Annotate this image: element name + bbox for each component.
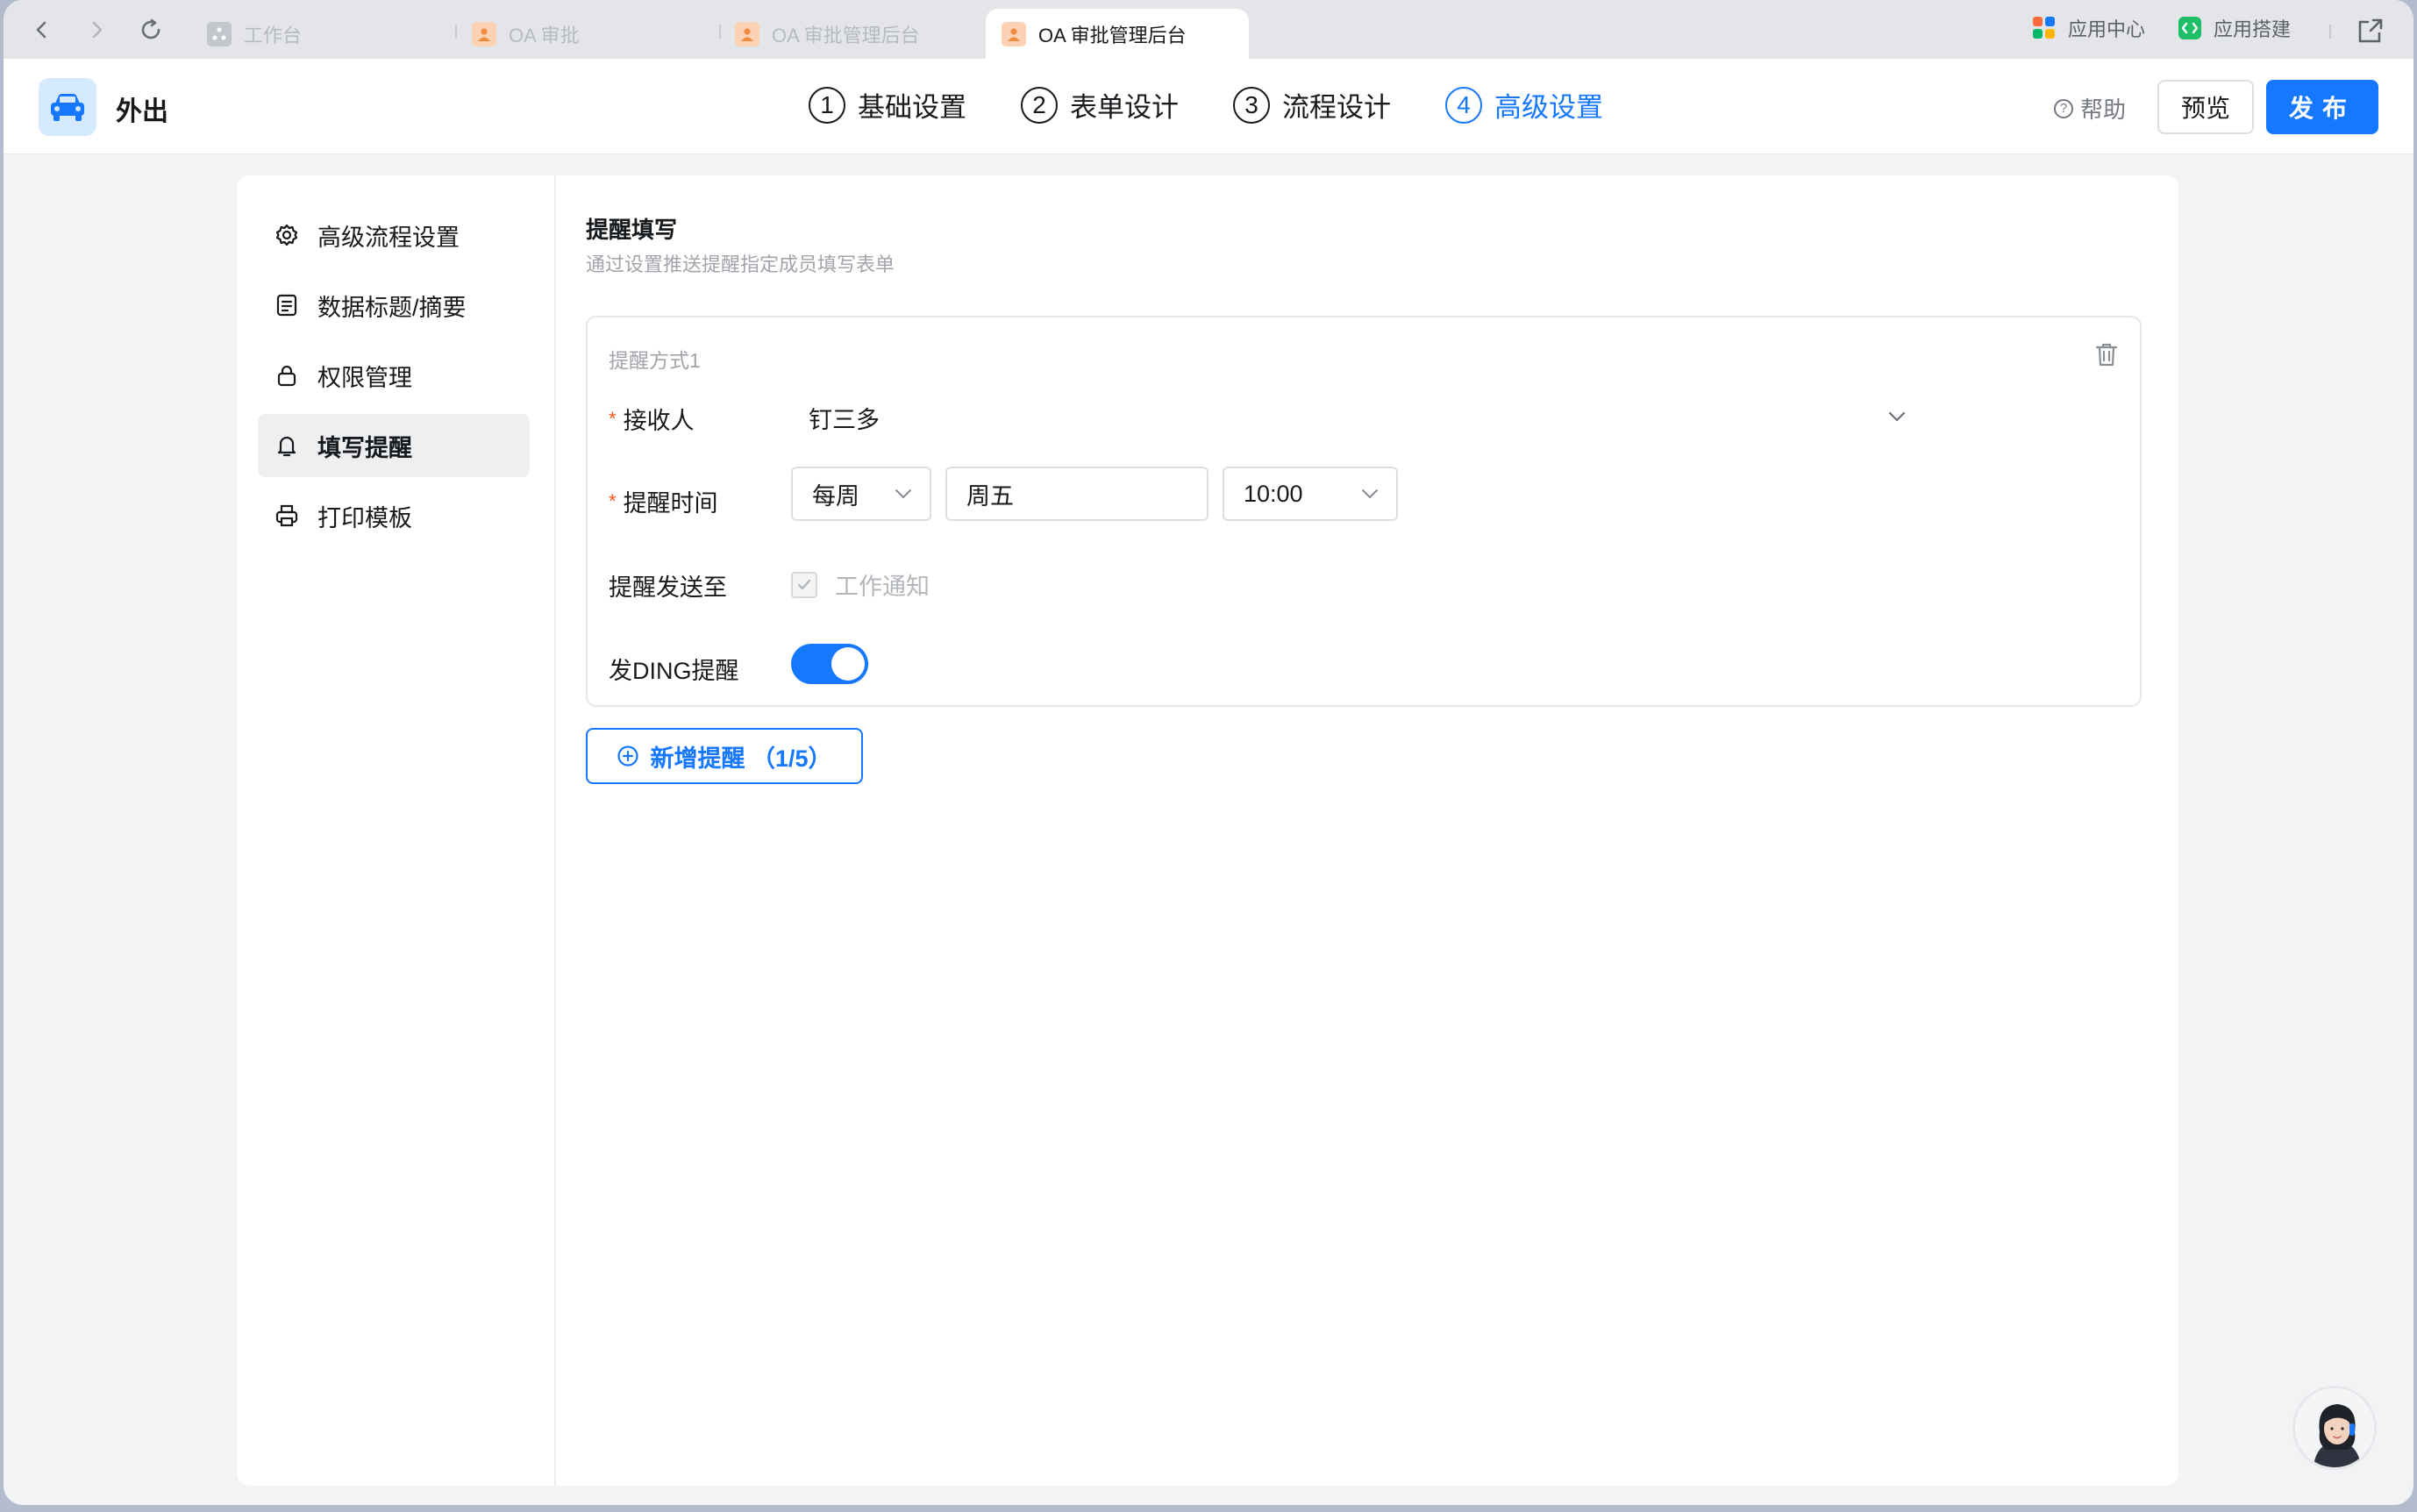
- step-flow-design[interactable]: 3 流程设计: [1233, 85, 1391, 125]
- step-basic-settings[interactable]: 1 基础设置: [809, 85, 966, 125]
- chevron-down-icon: [1886, 405, 1908, 428]
- send-to-label: 提醒发送至: [609, 574, 727, 601]
- step-number: 1: [809, 86, 845, 124]
- rule-title: 提醒方式1: [609, 349, 701, 372]
- sidebar-item-label: 数据标题/摘要: [317, 294, 467, 321]
- tab-oa-admin[interactable]: OA 审批管理后台: [735, 9, 920, 59]
- tab-label: 工作台: [244, 24, 303, 46]
- preview-button[interactable]: 预览: [2157, 80, 2254, 134]
- refresh-icon[interactable]: [137, 16, 165, 44]
- help-link[interactable]: ? 帮助: [2054, 92, 2126, 125]
- assistant-avatar[interactable]: [2292, 1386, 2377, 1470]
- app-builder-label: 应用搭建: [2214, 18, 2292, 40]
- app-builder-link[interactable]: 应用搭建: [2177, 14, 2291, 42]
- car-icon: [39, 78, 96, 136]
- time-label: * 提醒时间: [609, 484, 718, 518]
- tab-label: OA 审批管理后台: [1038, 24, 1187, 46]
- step-number: 2: [1021, 86, 1058, 124]
- chevron-down-icon: [1359, 483, 1380, 504]
- sidebar-item-label: 打印模板: [317, 504, 412, 531]
- sidebar-item-label: 填写提醒: [317, 434, 412, 461]
- app-title: 外出: [116, 97, 168, 126]
- tab-divider: [455, 25, 457, 39]
- section-title: 提醒填写: [586, 217, 678, 243]
- required-asterisk: *: [609, 489, 617, 512]
- tab-label: OA 审批: [509, 24, 580, 46]
- help-label: 帮助: [2080, 96, 2127, 123]
- recipient-value: 钉三多: [809, 406, 880, 433]
- browser-tab-bar: 工作台 OA 审批 OA 审批管理后台 OA 审批管理后台 应用中心 应用搭建: [4, 0, 2413, 59]
- gear-icon: [274, 222, 300, 248]
- sidebar-item-permissions[interactable]: 权限管理: [258, 344, 530, 407]
- time-label-text: 提醒时间: [623, 490, 718, 517]
- ding-label: 发DING提醒: [609, 658, 739, 684]
- question-icon: ?: [2054, 98, 2073, 118]
- sidebar-item-label: 权限管理: [317, 364, 412, 391]
- oa-app-icon: [472, 21, 496, 46]
- sidebar-item-print-template[interactable]: 打印模板: [258, 484, 530, 547]
- sidebar-item-fill-reminder[interactable]: 填写提醒: [258, 414, 530, 477]
- add-reminder-button[interactable]: 新增提醒 （1/5）: [586, 728, 863, 784]
- tab-oa-admin-active[interactable]: OA 审批管理后台: [986, 9, 1249, 59]
- checkbox-label: 工作通知: [835, 574, 930, 600]
- ding-toggle[interactable]: [791, 644, 868, 684]
- publish-button[interactable]: 发布: [2266, 80, 2378, 134]
- step-number: 4: [1445, 86, 1482, 124]
- recipient-select[interactable]: 钉三多: [809, 393, 1908, 442]
- day-value: 周五: [966, 482, 1014, 510]
- sidebar-item-label: 高级流程设置: [317, 224, 460, 251]
- step-label: 流程设计: [1282, 92, 1391, 123]
- work-notification-checkbox[interactable]: 工作通知: [791, 567, 930, 602]
- oa-app-icon: [735, 21, 759, 46]
- step-label: 表单设计: [1070, 92, 1179, 123]
- frequency-value: 每周: [812, 482, 859, 510]
- toggle-knob: [831, 647, 865, 681]
- back-icon[interactable]: [28, 16, 56, 44]
- settings-sidebar: 高级流程设置 数据标题/摘要 权限管理 填写提醒 打印模板: [237, 175, 556, 1486]
- tab-label: OA 审批管理后台: [772, 24, 920, 46]
- step-label: 基础设置: [858, 92, 966, 123]
- sidebar-item-data-title[interactable]: 数据标题/摘要: [258, 274, 530, 337]
- settings-card: 高级流程设置 数据标题/摘要 权限管理 填写提醒 打印模板 提醒填写 通过设置推…: [237, 175, 2178, 1486]
- app-center-icon: [2033, 17, 2055, 39]
- step-advanced-settings[interactable]: 4 高级设置: [1445, 85, 1603, 125]
- sidebar-item-advanced-flow[interactable]: 高级流程设置: [258, 203, 530, 267]
- lock-icon: [274, 362, 300, 389]
- browser-window: 工作台 OA 审批 OA 审批管理后台 OA 审批管理后台 应用中心 应用搭建 …: [4, 0, 2413, 1505]
- chevron-down-icon: [893, 483, 914, 504]
- time-select[interactable]: 10:00: [1223, 467, 1398, 521]
- open-external-icon[interactable]: [2356, 16, 2385, 46]
- tab-workbench[interactable]: 工作台: [207, 9, 302, 59]
- oa-app-icon: [1002, 21, 1026, 46]
- app-builder-icon: [2178, 17, 2201, 39]
- workbench-icon: [207, 21, 232, 46]
- step-form-design[interactable]: 2 表单设计: [1021, 85, 1179, 125]
- forward-icon[interactable]: [82, 16, 111, 44]
- frequency-select[interactable]: 每周: [791, 467, 931, 521]
- bell-icon: [274, 432, 300, 459]
- step-number: 3: [1233, 86, 1270, 124]
- reminder-rule-card: 提醒方式1 * 接收人 钉三多 * 提醒时间 每周 周五 10:00 提醒发送至…: [586, 316, 2142, 707]
- document-icon: [274, 292, 300, 318]
- time-value: 10:00: [1244, 480, 1303, 507]
- recipient-label-text: 接收人: [623, 408, 695, 434]
- tab-oa-approval[interactable]: OA 审批: [472, 9, 580, 59]
- app-center-label: 应用中心: [2068, 18, 2146, 40]
- recipient-label: * 接收人: [609, 402, 695, 436]
- section-description: 通过设置推送提醒指定成员填写表单: [586, 253, 895, 275]
- day-input[interactable]: 周五: [945, 467, 1208, 521]
- trash-icon[interactable]: [2093, 340, 2121, 368]
- app-header: 外出 1 基础设置 2 表单设计 3 流程设计 4 高级设置 ? 帮助 预览 发…: [4, 59, 2413, 154]
- add-reminder-label: 新增提醒 （1/5）: [650, 745, 832, 772]
- required-asterisk: *: [609, 407, 617, 430]
- step-nav: 1 基础设置 2 表单设计 3 流程设计 4 高级设置: [809, 85, 1658, 125]
- tab-divider: [719, 25, 721, 39]
- plus-circle-icon: [617, 745, 639, 767]
- reminder-settings-panel: 提醒填写 通过设置推送提醒指定成员填写表单 提醒方式1 * 接收人 钉三多 * …: [556, 175, 2178, 1486]
- app-center-link[interactable]: 应用中心: [2031, 14, 2145, 42]
- printer-icon: [274, 503, 300, 529]
- checkbox-checked-icon: [791, 571, 817, 598]
- toolbar-divider: [2329, 25, 2331, 39]
- step-label: 高级设置: [1494, 92, 1603, 123]
